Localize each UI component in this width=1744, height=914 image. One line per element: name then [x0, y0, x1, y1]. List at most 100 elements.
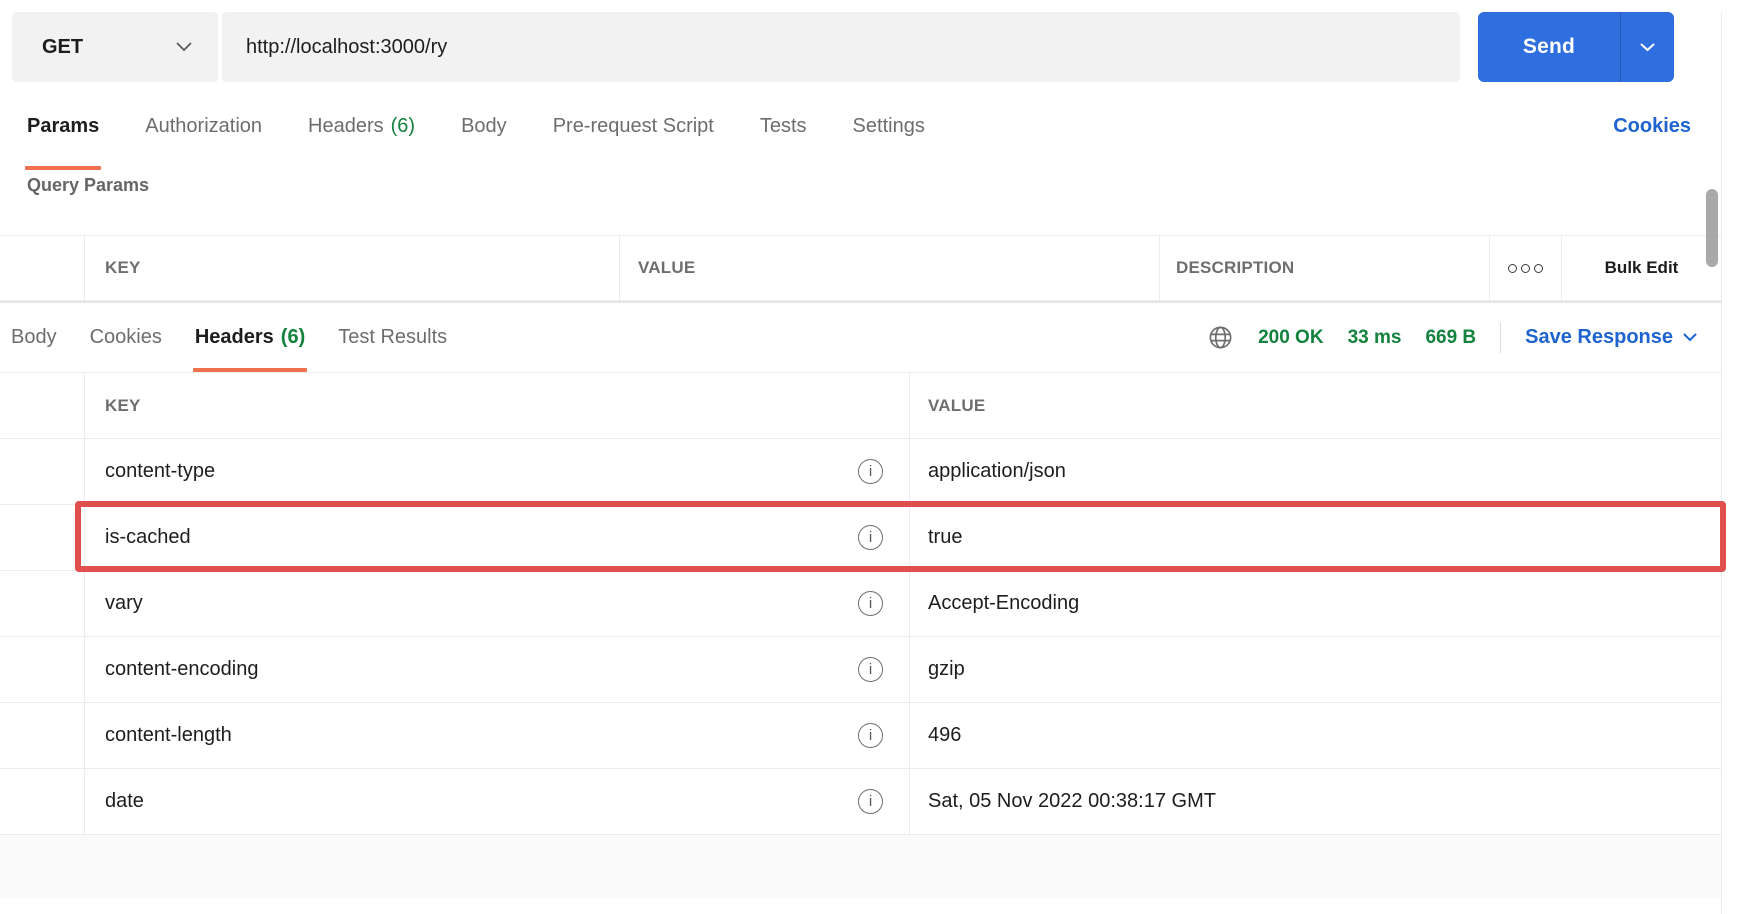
bulk-edit-label: Bulk Edit — [1604, 258, 1679, 277]
postman-app: GET Send Params Authorization Headers — [0, 12, 1726, 914]
header-key: is-cached — [105, 526, 191, 548]
column-label: VALUE — [928, 395, 986, 415]
save-response-label: Save Response — [1525, 326, 1673, 348]
table-row: content-encoding i gzip — [0, 637, 1721, 703]
header-value: Accept-Encoding — [928, 592, 1080, 614]
header-value: true — [928, 526, 963, 548]
tab-headers[interactable]: Headers (6) — [308, 82, 415, 170]
query-params-table-header: KEY VALUE DESCRIPTION Bulk Edit — [0, 235, 1721, 301]
table-row: vary i Accept-Encoding — [0, 571, 1721, 637]
send-button-label: Send — [1522, 35, 1576, 58]
row-gutter — [0, 571, 85, 636]
tab-label: Headers — [194, 326, 274, 348]
tab-label: Settings — [852, 114, 925, 137]
response-status-area: 200 OK 33 ms 669 B Save Response — [1207, 303, 1697, 372]
response-tab-test-results[interactable]: Test Results — [338, 303, 447, 372]
response-table-header: KEY VALUE — [0, 373, 1721, 439]
query-params-title: Query Params — [27, 175, 150, 195]
params-value-header: VALUE — [620, 236, 1160, 300]
save-response-button[interactable]: Save Response — [1525, 326, 1697, 349]
column-label: VALUE — [638, 258, 696, 277]
tab-label: Headers — [308, 114, 384, 137]
tab-label: Tests — [759, 114, 807, 137]
send-button[interactable]: Send — [1478, 12, 1620, 82]
status-code: 200 OK — [1258, 326, 1324, 348]
vertical-divider — [1500, 322, 1502, 353]
chevron-down-icon — [1683, 333, 1697, 342]
chevron-down-icon — [176, 42, 192, 52]
row-value-cell: application/json — [910, 439, 1721, 504]
tab-tests[interactable]: Tests — [760, 82, 807, 170]
request-url-bar: GET Send — [12, 12, 1721, 82]
header-key: vary — [105, 592, 143, 614]
request-tabs: Params Authorization Headers (6) Body Pr… — [0, 82, 1721, 170]
info-icon[interactable]: i — [858, 591, 883, 616]
tab-label: Params — [27, 114, 100, 137]
params-gutter-cell — [0, 236, 85, 300]
tab-settings[interactable]: Settings — [853, 82, 925, 170]
tab-pre-request-script[interactable]: Pre-request Script — [553, 82, 714, 170]
bulk-edit-button[interactable]: Bulk Edit — [1562, 236, 1721, 300]
bottom-spacer — [0, 835, 1721, 898]
table-row: date i Sat, 05 Nov 2022 00:38:17 GMT — [0, 769, 1721, 835]
tab-body[interactable]: Body — [461, 82, 507, 170]
status-time: 33 ms — [1347, 326, 1402, 348]
table-row-highlighted: is-cached i true — [0, 501, 1726, 572]
row-gutter — [0, 505, 85, 570]
row-value-cell: Sat, 05 Nov 2022 00:38:17 GMT — [910, 769, 1721, 834]
send-button-group: Send — [1478, 12, 1674, 82]
info-icon[interactable]: i — [858, 657, 883, 682]
tab-params[interactable]: Params — [24, 82, 102, 170]
header-value: application/json — [928, 460, 1066, 482]
globe-icon[interactable] — [1207, 324, 1234, 351]
row-value-cell: Accept-Encoding — [910, 571, 1721, 636]
row-gutter — [0, 439, 85, 504]
params-more-options-button[interactable] — [1490, 236, 1562, 300]
column-label: KEY — [105, 258, 141, 277]
tab-label: Pre-request Script — [552, 114, 714, 137]
scrollbar-thumb[interactable] — [1706, 189, 1718, 267]
header-key: date — [105, 790, 144, 812]
params-key-header: KEY — [85, 236, 620, 300]
row-key-cell: date i — [85, 769, 910, 834]
chevron-down-icon — [1640, 43, 1655, 52]
column-label: KEY — [105, 395, 141, 415]
response-key-header: KEY — [85, 373, 910, 438]
row-key-cell: is-cached i — [85, 505, 910, 570]
table-row: content-length i 496 — [0, 703, 1721, 769]
row-gutter — [0, 769, 85, 834]
info-icon[interactable]: i — [858, 459, 883, 484]
response-tab-body[interactable]: Body — [11, 303, 57, 372]
header-value: 496 — [928, 724, 962, 746]
table-row: content-type i application/json — [0, 439, 1721, 505]
response-tab-headers[interactable]: Headers (6) — [192, 303, 308, 372]
info-icon[interactable]: i — [858, 525, 883, 550]
tab-label: Body — [461, 114, 507, 137]
row-value-cell: true — [910, 505, 1721, 570]
column-label: DESCRIPTION — [1176, 258, 1295, 277]
header-key: content-encoding — [105, 658, 259, 680]
method-select[interactable]: GET — [12, 12, 218, 82]
row-key-cell: content-length i — [85, 703, 910, 768]
header-value: gzip — [928, 658, 965, 680]
url-input[interactable] — [222, 12, 1460, 82]
tab-label: Test Results — [338, 326, 448, 348]
row-key-cell: content-type i — [85, 439, 910, 504]
response-headers-count: (6) — [280, 326, 306, 348]
row-key-cell: vary i — [85, 571, 910, 636]
response-gutter-cell — [0, 373, 85, 438]
status-size: 669 B — [1425, 326, 1477, 348]
tab-authorization[interactable]: Authorization — [145, 82, 262, 170]
info-icon[interactable]: i — [858, 723, 883, 748]
row-value-cell: gzip — [910, 637, 1721, 702]
row-gutter — [0, 703, 85, 768]
response-tab-cookies[interactable]: Cookies — [90, 303, 162, 372]
tab-headers-count: (6) — [390, 114, 416, 137]
header-key: content-length — [105, 724, 232, 746]
info-icon[interactable]: i — [858, 789, 883, 814]
row-gutter — [0, 637, 85, 702]
method-label: GET — [42, 35, 84, 58]
send-dropdown-button[interactable] — [1620, 12, 1674, 82]
cookies-link[interactable]: Cookies — [1613, 115, 1691, 138]
params-description-header: DESCRIPTION — [1160, 236, 1490, 300]
